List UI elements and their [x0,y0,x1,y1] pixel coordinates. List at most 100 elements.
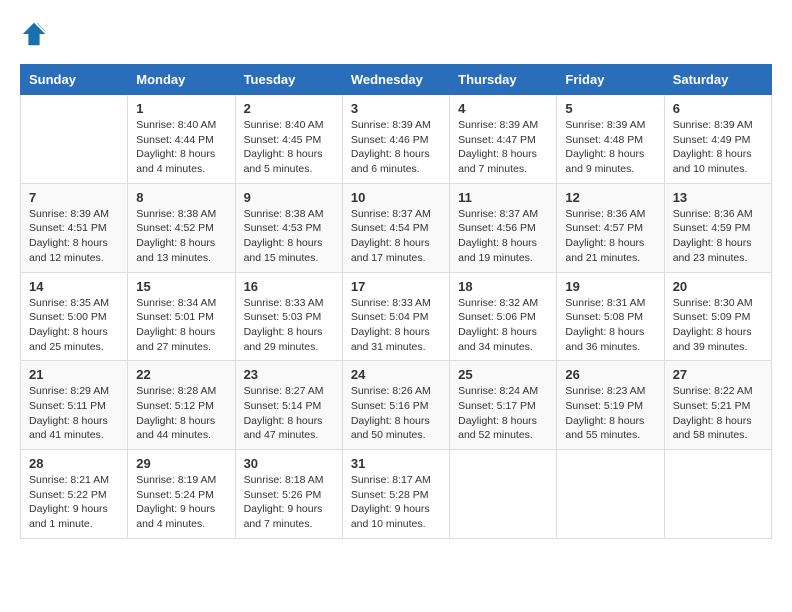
day-of-week-header: Friday [557,65,664,95]
calendar-cell: 27Sunrise: 8:22 AM Sunset: 5:21 PM Dayli… [664,361,771,450]
calendar-cell: 1 Sunrise: 8:40 AM Sunset: 4:44 PM Daylig… [128,95,235,184]
day-info: Sunrise: 8:37 AM Sunset: 4:54 PM Dayligh… [351,207,441,266]
calendar-week-row: 14Sunrise: 8:35 AM Sunset: 5:00 PM Dayli… [21,272,772,361]
calendar-cell: 22 Sunrise: 8:28 AM Sunset: 5:12 PM Dayli… [128,361,235,450]
calendar-cell: 15Sunrise: 8:34 AM Sunset: 5:01 PM Dayli… [128,272,235,361]
logo-icon [20,20,48,48]
day-info: Sunrise: 8:39 AM Sunset: 4:51 PM Dayligh… [29,207,119,266]
day-info: Sunrise: 8:39 AM Sunset: 4:47 PM Dayligh… [458,118,548,177]
calendar-cell: 10 Sunrise: 8:37 AM Sunset: 4:54 PM Dayli… [342,183,449,272]
calendar-table: SundayMondayTuesdayWednesdayThursdayFrid… [20,64,772,539]
day-number: 12 [565,190,655,205]
calendar-cell: 20 Sunrise: 8:30 AM Sunset: 5:09 PM Dayli… [664,272,771,361]
calendar-cell: 16Sunrise: 8:33 AM Sunset: 5:03 PM Dayli… [235,272,342,361]
calendar-cell: 12 Sunrise: 8:36 AM Sunset: 4:57 PM Dayli… [557,183,664,272]
calendar-cell [450,450,557,539]
day-number: 22 [136,367,226,382]
day-number: 26 [565,367,655,382]
day-number: 9 [244,190,334,205]
day-info: Sunrise: 8:24 AM Sunset: 5:17 PM Dayligh… [458,384,548,443]
day-info: Sunrise: 8:37 AM Sunset: 4:56 PM Dayligh… [458,207,548,266]
day-number: 29 [136,456,226,471]
calendar-cell: 4 Sunrise: 8:39 AM Sunset: 4:47 PM Daylig… [450,95,557,184]
calendar-cell [557,450,664,539]
calendar-cell: 21 Sunrise: 8:29 AM Sunset: 5:11 PM Dayli… [21,361,128,450]
day-number: 4 [458,101,548,116]
day-of-week-header: Saturday [664,65,771,95]
day-of-week-header: Sunday [21,65,128,95]
day-number: 17 [351,279,441,294]
calendar-cell: 24 Sunrise: 8:26 AM Sunset: 5:16 PM Dayli… [342,361,449,450]
day-info: Sunrise: 8:33 AM Sunset: 5:03 PM Dayligh… [244,296,334,355]
day-number: 21 [29,367,119,382]
day-info: Sunrise: 8:35 AM Sunset: 5:00 PM Dayligh… [29,296,119,355]
day-info: Sunrise: 8:19 AM Sunset: 5:24 PM Dayligh… [136,473,226,532]
calendar-cell: 26Sunrise: 8:23 AM Sunset: 5:19 PM Dayli… [557,361,664,450]
day-number: 20 [673,279,763,294]
day-info: Sunrise: 8:17 AM Sunset: 5:28 PM Dayligh… [351,473,441,532]
day-number: 31 [351,456,441,471]
day-number: 6 [673,101,763,116]
day-info: Sunrise: 8:36 AM Sunset: 4:59 PM Dayligh… [673,207,763,266]
day-number: 2 [244,101,334,116]
day-number: 19 [565,279,655,294]
calendar-cell: 8 Sunrise: 8:38 AM Sunset: 4:52 PM Daylig… [128,183,235,272]
calendar-cell: 2 Sunrise: 8:40 AM Sunset: 4:45 PM Daylig… [235,95,342,184]
day-of-week-header: Thursday [450,65,557,95]
day-info: Sunrise: 8:36 AM Sunset: 4:57 PM Dayligh… [565,207,655,266]
day-number: 23 [244,367,334,382]
day-number: 25 [458,367,548,382]
day-number: 5 [565,101,655,116]
day-info: Sunrise: 8:31 AM Sunset: 5:08 PM Dayligh… [565,296,655,355]
day-number: 28 [29,456,119,471]
day-number: 18 [458,279,548,294]
day-info: Sunrise: 8:21 AM Sunset: 5:22 PM Dayligh… [29,473,119,532]
day-info: Sunrise: 8:40 AM Sunset: 4:44 PM Dayligh… [136,118,226,177]
calendar-header-row: SundayMondayTuesdayWednesdayThursdayFrid… [21,65,772,95]
day-info: Sunrise: 8:26 AM Sunset: 5:16 PM Dayligh… [351,384,441,443]
day-info: Sunrise: 8:33 AM Sunset: 5:04 PM Dayligh… [351,296,441,355]
calendar-cell: 7Sunrise: 8:39 AM Sunset: 4:51 PM Daylig… [21,183,128,272]
day-number: 13 [673,190,763,205]
calendar-cell: 25 Sunrise: 8:24 AM Sunset: 5:17 PM Dayli… [450,361,557,450]
day-info: Sunrise: 8:28 AM Sunset: 5:12 PM Dayligh… [136,384,226,443]
day-number: 11 [458,190,548,205]
calendar-cell: 3Sunrise: 8:39 AM Sunset: 4:46 PM Daylig… [342,95,449,184]
calendar-cell: 17 Sunrise: 8:33 AM Sunset: 5:04 PM Dayli… [342,272,449,361]
day-info: Sunrise: 8:22 AM Sunset: 5:21 PM Dayligh… [673,384,763,443]
calendar-cell: 13 Sunrise: 8:36 AM Sunset: 4:59 PM Dayli… [664,183,771,272]
calendar-week-row: 7Sunrise: 8:39 AM Sunset: 4:51 PM Daylig… [21,183,772,272]
day-info: Sunrise: 8:29 AM Sunset: 5:11 PM Dayligh… [29,384,119,443]
day-number: 1 [136,101,226,116]
day-of-week-header: Monday [128,65,235,95]
day-info: Sunrise: 8:27 AM Sunset: 5:14 PM Dayligh… [244,384,334,443]
day-number: 30 [244,456,334,471]
calendar-cell: 31 Sunrise: 8:17 AM Sunset: 5:28 PM Dayli… [342,450,449,539]
day-info: Sunrise: 8:30 AM Sunset: 5:09 PM Dayligh… [673,296,763,355]
day-info: Sunrise: 8:32 AM Sunset: 5:06 PM Dayligh… [458,296,548,355]
calendar-cell: 30Sunrise: 8:18 AM Sunset: 5:26 PM Dayli… [235,450,342,539]
day-of-week-header: Wednesday [342,65,449,95]
day-info: Sunrise: 8:38 AM Sunset: 4:52 PM Dayligh… [136,207,226,266]
day-info: Sunrise: 8:39 AM Sunset: 4:48 PM Dayligh… [565,118,655,177]
calendar-cell: 6 Sunrise: 8:39 AM Sunset: 4:49 PM Daylig… [664,95,771,184]
calendar-cell: 28 Sunrise: 8:21 AM Sunset: 5:22 PM Dayli… [21,450,128,539]
day-number: 10 [351,190,441,205]
calendar-cell [21,95,128,184]
day-number: 24 [351,367,441,382]
calendar-cell: 23 Sunrise: 8:27 AM Sunset: 5:14 PM Dayli… [235,361,342,450]
page-header [20,20,772,48]
calendar-week-row: 28 Sunrise: 8:21 AM Sunset: 5:22 PM Dayli… [21,450,772,539]
calendar-cell: 18 Sunrise: 8:32 AM Sunset: 5:06 PM Dayli… [450,272,557,361]
logo [20,20,52,48]
day-info: Sunrise: 8:40 AM Sunset: 4:45 PM Dayligh… [244,118,334,177]
day-number: 8 [136,190,226,205]
calendar-cell: 11 Sunrise: 8:37 AM Sunset: 4:56 PM Dayli… [450,183,557,272]
calendar-cell: 5 Sunrise: 8:39 AM Sunset: 4:48 PM Daylig… [557,95,664,184]
calendar-cell: 29 Sunrise: 8:19 AM Sunset: 5:24 PM Dayli… [128,450,235,539]
calendar-cell: 19 Sunrise: 8:31 AM Sunset: 5:08 PM Dayli… [557,272,664,361]
day-info: Sunrise: 8:39 AM Sunset: 4:49 PM Dayligh… [673,118,763,177]
calendar-week-row: 1 Sunrise: 8:40 AM Sunset: 4:44 PM Daylig… [21,95,772,184]
calendar-cell [664,450,771,539]
day-info: Sunrise: 8:39 AM Sunset: 4:46 PM Dayligh… [351,118,441,177]
